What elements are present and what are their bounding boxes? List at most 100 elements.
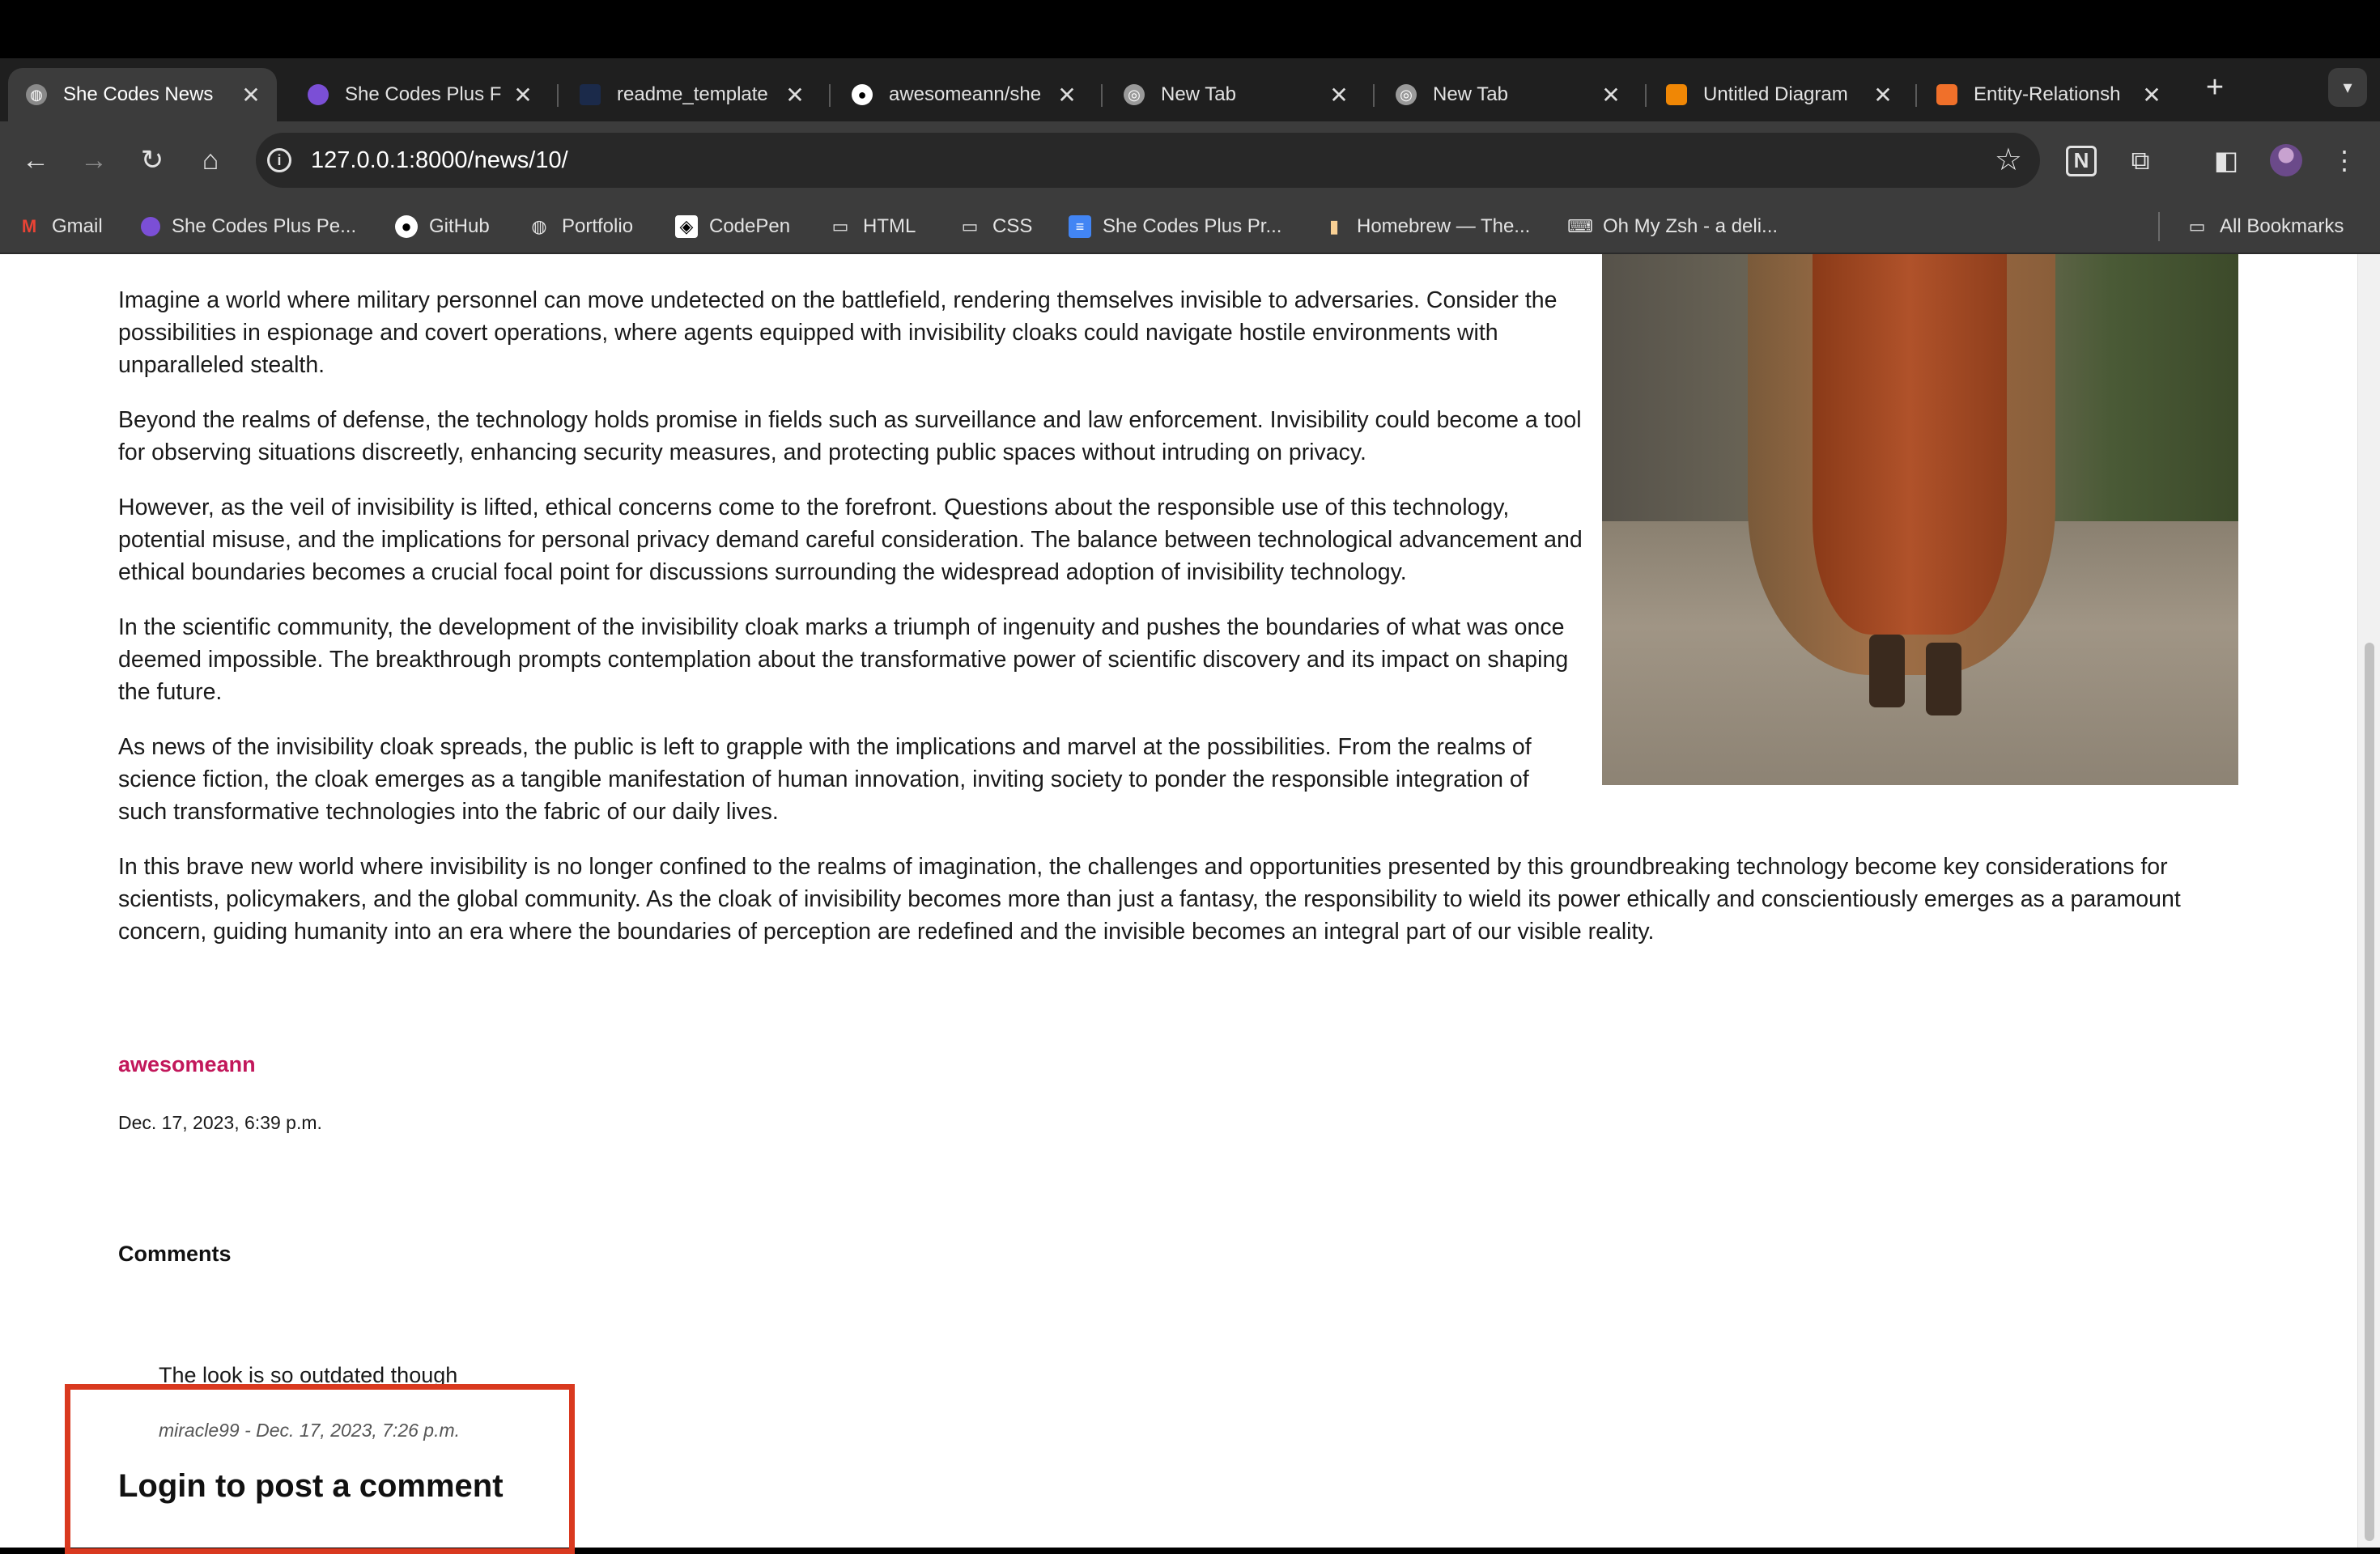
highlight-annotation-box [65,1384,575,1554]
bookmark-she-codes-plus-pe[interactable]: She Codes Plus Pe... [141,212,356,241]
globe-icon: ◍ [26,84,47,105]
article-date: Dec. 17, 2023, 6:39 p.m. [118,1112,322,1133]
bookmark-all-bookmarks[interactable]: ▭ All Bookmarks [2186,212,2344,241]
bookmark-label: HTML [863,215,916,237]
new-tab-button[interactable]: + [2199,71,2231,104]
homebrew-icon: ▮ [1328,216,1340,236]
tab-she-codes-plus[interactable]: She Codes Plus F ✕ [290,68,549,121]
comments-heading: Comments [118,1242,232,1266]
globe-icon: ◍ [531,216,547,236]
github-icon: ● [852,84,873,105]
scrollbar-thumb[interactable] [2365,643,2374,1541]
notion-extension-icon[interactable]: N [2066,146,2097,176]
bookmark-portfolio[interactable]: ◍ Portfolio [528,212,633,241]
chrome-icon: ◎ [1396,84,1417,105]
bookmark-github[interactable]: ● GitHub [395,212,490,241]
close-icon[interactable]: ✕ [784,82,806,108]
lucid-icon [1936,84,1957,105]
close-icon[interactable]: ✕ [1328,82,1350,108]
folder-icon: ▭ [831,216,849,236]
tab-readme-template[interactable]: readme_template ✕ [562,68,821,121]
bookmark-label: She Codes Plus Pe... [172,215,357,237]
bookmark-label: Gmail [52,215,103,237]
close-icon[interactable]: ✕ [1056,82,1078,108]
tab-title: readme_template [617,83,768,105]
page-content: Imagine a world where military personnel… [0,254,2357,1548]
article-paragraph: As news of the invisibility cloak spread… [118,734,1532,825]
tab-she-codes-news[interactable]: ◍ She Codes News ✕ [8,68,277,121]
folder-icon: ▭ [961,216,979,236]
article-paragraph: In this brave new world where invisibili… [118,854,2181,945]
article-paragraph: However, as the veil of invisibility is … [118,495,1583,585]
bookmark-oh-my-zsh[interactable]: ⌨ Oh My Zsh - a deli... [1567,212,1779,241]
tab-strip: ◍ She Codes News ✕ She Codes Plus F ✕ re… [0,58,2380,121]
url-text[interactable]: 127.0.0.1:8000/news/10/ [311,147,568,174]
bookmark-label: Homebrew — The... [1357,215,1531,237]
article-image [1602,254,2238,785]
article-author-link[interactable]: awesomeann [118,1052,256,1077]
bookmark-label: CodePen [709,215,791,237]
tab-new-tab-1[interactable]: ◎ New Tab ✕ [1106,68,1365,121]
tab-entity-relationship[interactable]: Entity-Relationsh ✕ [1919,68,2178,121]
tab-search-chevron-icon[interactable]: ▾ [2328,68,2367,107]
tab-title: New Tab [1161,83,1236,105]
tab-new-tab-2[interactable]: ◎ New Tab ✕ [1378,68,1637,121]
more-menu-icon[interactable]: ⋮ [2327,142,2362,178]
drawio-icon [1666,84,1687,105]
tab-separator [557,84,559,107]
bookmark-she-codes-plus-pr[interactable]: ≡ She Codes Plus Pr... [1069,212,1281,241]
forward-arrow-icon[interactable]: → [74,141,113,180]
site-info-icon[interactable]: i [267,148,291,172]
bookmark-homebrew[interactable]: ▮ Homebrew — The... [1323,212,1530,241]
ohmyzsh-icon: ⌨ [1567,216,1593,236]
gmail-icon: M [21,216,37,236]
bookmark-codepen[interactable]: ◈ CodePen [675,212,790,241]
sidebar-toggle-icon[interactable]: ◧ [2208,142,2244,178]
bookmark-label: GitHub [429,215,490,237]
tab-title: She Codes News [63,83,214,105]
image-boot [1926,643,1961,715]
article-paragraph: In the scientific community, the develop… [118,614,1569,705]
bookmark-label: CSS [992,215,1033,237]
folder-icon: ▭ [2188,216,2206,236]
bookmark-label: Oh My Zsh - a deli... [1603,215,1779,237]
bookmark-label: Portfolio [562,215,634,237]
bookmarks-bar: M Gmail She Codes Plus Pe... ● GitHub ◍ … [0,199,2380,254]
tab-untitled-diagram[interactable]: Untitled Diagram ✕ [1648,68,1909,121]
tab-title: Entity-Relationsh [1974,83,2121,105]
close-icon[interactable]: ✕ [1600,82,1622,108]
article-paragraph: Beyond the realms of defense, the techno… [118,407,1582,465]
bookmark-gmail[interactable]: M Gmail [18,212,103,241]
tab-separator [1101,84,1103,107]
address-bar[interactable]: i 127.0.0.1:8000/news/10/ ☆ [256,133,2040,188]
tab-separator [1915,84,1917,107]
tab-title: She Codes Plus F [345,83,502,105]
github-icon: ● [395,215,418,238]
codepen-icon: ◈ [675,215,698,238]
reload-icon[interactable]: ↻ [133,141,172,180]
article-paragraph: Imagine a world where military personnel… [118,287,1558,378]
bookmark-folder-html[interactable]: ▭ HTML [829,212,916,241]
close-icon[interactable]: ✕ [512,82,534,108]
profile-avatar[interactable] [2270,144,2302,176]
chrome-icon: ◎ [1124,84,1145,105]
page-scrollbar[interactable] [2357,254,2380,1548]
image-dress [1813,254,2007,635]
tab-title: awesomeann/she [889,83,1042,105]
home-icon[interactable]: ⌂ [191,141,230,180]
tab-github-awesomeann[interactable]: ● awesomeann/she ✕ [834,68,1093,121]
close-icon[interactable]: ✕ [240,82,262,108]
close-icon[interactable]: ✕ [1872,82,1894,108]
readme-icon [580,84,601,105]
tab-title: New Tab [1433,83,1508,105]
extensions-puzzle-icon[interactable]: ⧉ [2123,142,2158,178]
image-boot [1869,635,1905,707]
bookmark-star-icon[interactable]: ☆ [1995,144,2022,176]
back-arrow-icon[interactable]: ← [16,141,55,180]
docs-icon: ≡ [1069,215,1091,238]
close-icon[interactable]: ✕ [2140,82,2163,108]
tab-separator [829,84,831,107]
tab-separator [1373,84,1375,107]
bookmark-label: She Codes Plus Pr... [1103,215,1282,237]
bookmark-folder-css[interactable]: ▭ CSS [958,212,1033,241]
